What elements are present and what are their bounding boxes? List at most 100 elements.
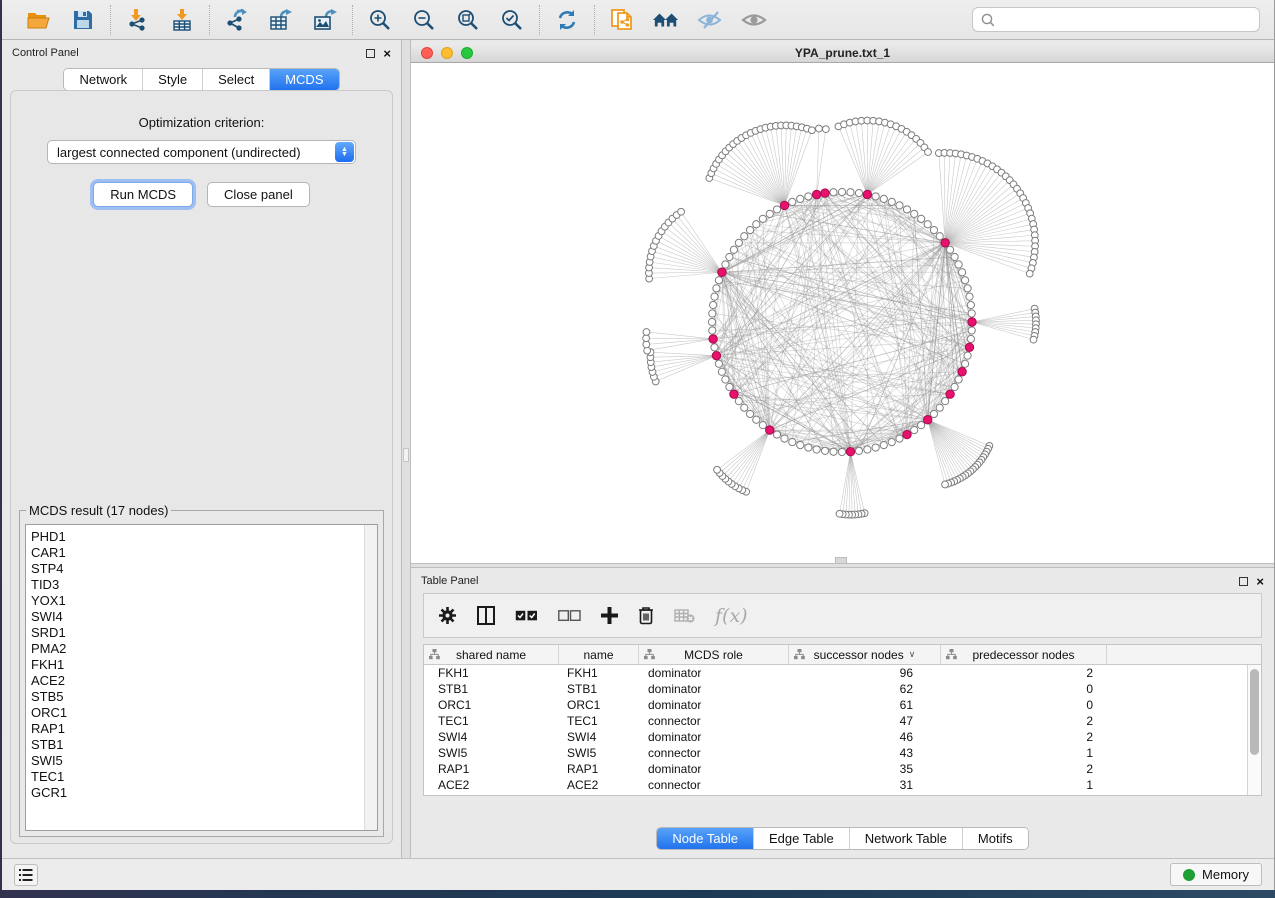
import-network-icon[interactable] bbox=[125, 7, 151, 33]
ring-node[interactable] bbox=[838, 448, 845, 455]
ring-node[interactable] bbox=[964, 352, 971, 359]
hide-panels-icon[interactable] bbox=[697, 7, 723, 33]
ring-node[interactable] bbox=[821, 447, 828, 454]
table-row[interactable]: TEC1TEC1connector472 bbox=[424, 713, 1247, 729]
result-list-item[interactable]: STB5 bbox=[31, 689, 377, 705]
mcds-hub-node[interactable] bbox=[941, 239, 949, 247]
float-panel-icon[interactable] bbox=[366, 49, 375, 58]
ring-node[interactable] bbox=[936, 233, 943, 240]
result-list-item[interactable]: SWI5 bbox=[31, 753, 377, 769]
table-scrollbar[interactable] bbox=[1247, 665, 1261, 795]
clone-network-icon[interactable] bbox=[609, 7, 635, 33]
tab-style[interactable]: Style bbox=[143, 69, 203, 90]
ring-node[interactable] bbox=[968, 310, 975, 317]
ring-node[interactable] bbox=[709, 327, 716, 334]
leaf-node[interactable] bbox=[942, 481, 949, 488]
result-list-item[interactable]: ORC1 bbox=[31, 705, 377, 721]
ring-node[interactable] bbox=[722, 261, 729, 268]
ring-node[interactable] bbox=[813, 446, 820, 453]
open-file-icon[interactable] bbox=[26, 7, 52, 33]
refresh-icon[interactable] bbox=[554, 7, 580, 33]
log-console-button[interactable] bbox=[14, 864, 38, 886]
table-row[interactable]: ACE2ACE2connector311 bbox=[424, 777, 1247, 793]
result-list-item[interactable]: YOX1 bbox=[31, 593, 377, 609]
tab-network-table[interactable]: Network Table bbox=[850, 828, 963, 849]
result-list-item[interactable]: GCR1 bbox=[31, 785, 377, 801]
import-table-icon[interactable] bbox=[169, 7, 195, 33]
table-row[interactable]: FKH1FKH1dominator962 bbox=[424, 665, 1247, 681]
export-network-icon[interactable] bbox=[224, 7, 250, 33]
ring-node[interactable] bbox=[741, 233, 748, 240]
leaf-node[interactable] bbox=[714, 466, 721, 473]
ring-node[interactable] bbox=[930, 226, 937, 233]
tab-motifs[interactable]: Motifs bbox=[963, 828, 1028, 849]
window-minimize-icon[interactable] bbox=[441, 47, 453, 59]
ring-node[interactable] bbox=[711, 293, 718, 300]
table-row[interactable]: ORC1ORC1dominator610 bbox=[424, 697, 1247, 713]
leaf-node[interactable] bbox=[1026, 270, 1033, 277]
window-maximize-icon[interactable] bbox=[461, 47, 473, 59]
ring-node[interactable] bbox=[797, 442, 804, 449]
result-list-item[interactable]: PHD1 bbox=[31, 529, 377, 545]
ring-node[interactable] bbox=[746, 410, 753, 417]
mcds-result-scrollbar[interactable] bbox=[364, 525, 377, 830]
ring-node[interactable] bbox=[903, 206, 910, 213]
mcds-hub-node[interactable] bbox=[903, 430, 911, 438]
leaf-node[interactable] bbox=[836, 510, 843, 517]
mcds-hub-node[interactable] bbox=[718, 268, 726, 276]
leaf-node[interactable] bbox=[816, 125, 823, 132]
mcds-hub-node[interactable] bbox=[965, 343, 973, 351]
ring-node[interactable] bbox=[710, 301, 717, 308]
ring-node[interactable] bbox=[753, 221, 760, 228]
mcds-hub-node[interactable] bbox=[968, 318, 976, 326]
ring-node[interactable] bbox=[715, 360, 722, 367]
table-row[interactable]: RAP1RAP1dominator352 bbox=[424, 761, 1247, 777]
ring-node[interactable] bbox=[855, 447, 862, 454]
deselect-all-icon[interactable] bbox=[558, 610, 581, 622]
run-mcds-button[interactable]: Run MCDS bbox=[93, 182, 193, 207]
vertical-splitter[interactable] bbox=[401, 40, 411, 858]
result-list-item[interactable]: SWI4 bbox=[31, 609, 377, 625]
mcds-hub-node[interactable] bbox=[709, 335, 717, 343]
ring-node[interactable] bbox=[864, 446, 871, 453]
ring-node[interactable] bbox=[830, 448, 837, 455]
zoom-out-icon[interactable] bbox=[411, 7, 437, 33]
ring-node[interactable] bbox=[962, 277, 969, 284]
ring-node[interactable] bbox=[773, 431, 780, 438]
ring-node[interactable] bbox=[741, 404, 748, 411]
search-field[interactable] bbox=[972, 7, 1260, 32]
mcds-hub-node[interactable] bbox=[846, 448, 854, 456]
ring-node[interactable] bbox=[918, 215, 925, 222]
ring-node[interactable] bbox=[726, 253, 733, 260]
zoom-in-icon[interactable] bbox=[367, 7, 393, 33]
leaf-node[interactable] bbox=[925, 149, 932, 156]
ring-node[interactable] bbox=[781, 435, 788, 442]
column-header-successor-nodes[interactable]: successor nodes∨ bbox=[789, 645, 941, 664]
ring-node[interactable] bbox=[709, 310, 716, 317]
scrollbar-thumb[interactable] bbox=[1250, 669, 1259, 755]
ring-node[interactable] bbox=[718, 368, 725, 375]
result-list-item[interactable]: STB1 bbox=[31, 737, 377, 753]
mcds-hub-node[interactable] bbox=[812, 190, 820, 198]
ring-node[interactable] bbox=[872, 193, 879, 200]
mcds-hub-node[interactable] bbox=[766, 426, 774, 434]
ring-node[interactable] bbox=[918, 422, 925, 429]
zoom-selected-icon[interactable] bbox=[499, 7, 525, 33]
ring-node[interactable] bbox=[967, 301, 974, 308]
ring-node[interactable] bbox=[735, 398, 742, 405]
mcds-hub-node[interactable] bbox=[924, 416, 932, 424]
close-panel-button[interactable]: Close panel bbox=[207, 182, 310, 207]
save-icon[interactable] bbox=[70, 7, 96, 33]
ring-node[interactable] bbox=[789, 439, 796, 446]
ring-node[interactable] bbox=[946, 246, 953, 253]
ring-node[interactable] bbox=[930, 410, 937, 417]
close-panel-icon[interactable]: × bbox=[383, 49, 391, 58]
ring-node[interactable] bbox=[847, 189, 854, 196]
ring-node[interactable] bbox=[730, 246, 737, 253]
column-header-shared-name[interactable]: shared name bbox=[424, 645, 559, 664]
ring-node[interactable] bbox=[766, 210, 773, 217]
ring-node[interactable] bbox=[722, 376, 729, 383]
result-list-item[interactable]: SRD1 bbox=[31, 625, 377, 641]
ring-node[interactable] bbox=[759, 422, 766, 429]
search-input[interactable] bbox=[1001, 13, 1251, 27]
